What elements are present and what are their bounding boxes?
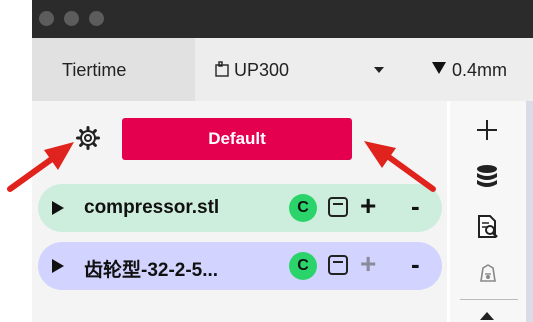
arrow-to-default [364,141,436,192]
annotation-arrows [7,141,436,192]
arrow-to-gear [7,142,74,192]
